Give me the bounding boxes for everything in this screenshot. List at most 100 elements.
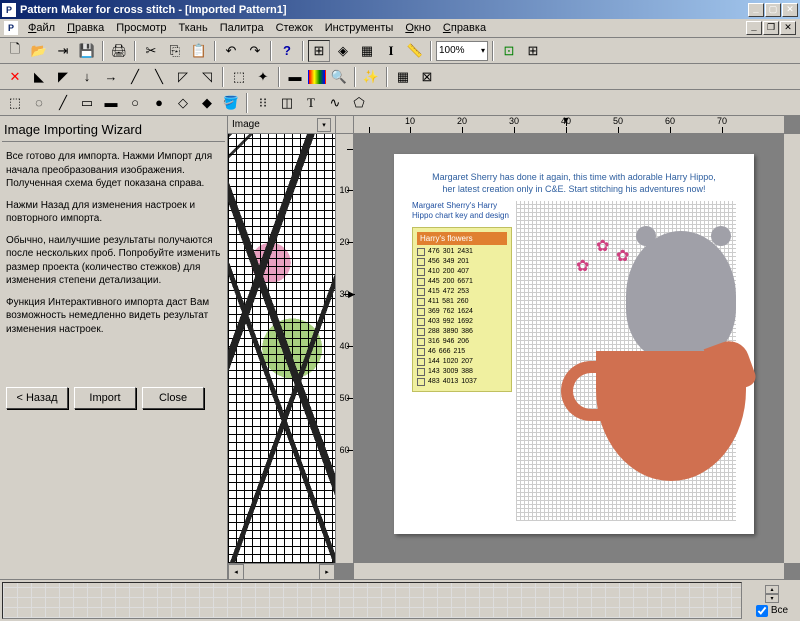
ruler-icon[interactable]: 📏 — [404, 40, 426, 62]
paste-icon[interactable]: 📋 — [188, 40, 210, 62]
text-icon[interactable]: T — [300, 92, 322, 114]
key-row: 4452006671 — [417, 277, 507, 287]
palette-spinner[interactable]: ▴ ▾ — [765, 585, 779, 603]
copy-icon[interactable]: ⎘ — [164, 40, 186, 62]
shape-icon[interactable]: ⬠ — [348, 92, 370, 114]
wizard-p2: Нажми Назад для изменения настроек и пов… — [6, 199, 221, 226]
diag2-icon[interactable]: ╲ — [148, 66, 170, 88]
lasso-icon[interactable]: ◌ — [28, 92, 50, 114]
new-icon[interactable]: 🗋 — [4, 40, 26, 62]
back-button[interactable]: < Назад — [6, 387, 68, 409]
key-row: 456349201 — [417, 257, 507, 267]
print-icon[interactable]: 🖨 — [108, 40, 130, 62]
menu-fabric[interactable]: Ткань — [172, 22, 213, 34]
maximize-button[interactable]: ▢ — [765, 3, 781, 17]
menu-file[interactable]: ФФайлайл — [22, 22, 61, 34]
spin-down-icon[interactable]: ▾ — [765, 594, 779, 603]
hippo-illustration — [566, 231, 736, 491]
close-button[interactable]: ✕ — [782, 3, 798, 17]
select-icon[interactable]: ⬚ — [228, 66, 250, 88]
mode-symbols-icon[interactable]: ◈ — [332, 40, 354, 62]
corner2-icon[interactable]: ◹ — [196, 66, 218, 88]
cut-icon[interactable]: ✂ — [140, 40, 162, 62]
full-stitch-icon[interactable]: ✕ — [4, 66, 26, 88]
fill-icon[interactable]: 🪣 — [220, 92, 242, 114]
preview-tab[interactable]: Image ▾ — [228, 116, 335, 134]
menu-view[interactable]: Просмотр — [110, 22, 172, 34]
half-stitch-icon[interactable]: ◣ — [28, 66, 50, 88]
all-checkbox[interactable]: Все — [756, 605, 788, 617]
fit-page-icon[interactable]: ⊞ — [522, 40, 544, 62]
dropdown-icon[interactable]: ▾ — [317, 118, 331, 132]
import-button[interactable]: Import — [74, 387, 136, 409]
close-button-wizard[interactable]: Close — [142, 387, 204, 409]
key-row: 48340131037 — [417, 377, 507, 387]
curve-icon[interactable]: ∿ — [324, 92, 346, 114]
doc-icon: P — [4, 21, 18, 35]
marquee-icon[interactable]: ⬚ — [4, 92, 26, 114]
ellipse-icon[interactable]: ○ — [124, 92, 146, 114]
minimize-button[interactable]: _ — [748, 3, 764, 17]
preview-canvas[interactable] — [228, 134, 335, 563]
help-icon[interactable]: ? — [276, 40, 298, 62]
toolbar-draw: ⬚ ◌ ╱ ▭ ▬ ○ ● ◇ ◆ 🪣 ⁝⁝ ◫ T ∿ ⬠ — [0, 90, 800, 116]
stitch-chart — [516, 201, 736, 521]
mode-stitches-icon[interactable]: ⊞ — [308, 40, 330, 62]
lens-icon[interactable]: 🔍 — [328, 66, 350, 88]
menu-tools[interactable]: Инструменты — [319, 22, 400, 34]
mode-text-icon[interactable]: I — [380, 40, 402, 62]
fit-icon[interactable]: ⊡ — [498, 40, 520, 62]
doc-restore-button[interactable]: ❐ — [763, 21, 779, 35]
zoom-combo[interactable]: 100% — [436, 41, 488, 61]
palette-icon[interactable]: ▬ — [284, 66, 306, 88]
wand-icon[interactable]: ✨ — [360, 66, 382, 88]
mode-grid-icon[interactable]: ▦ — [356, 40, 378, 62]
rect-fill-icon[interactable]: ▬ — [100, 92, 122, 114]
toolbar-stitch: ✕ ◣ ◤ ↓ → ╱ ╲ ◸ ◹ ⬚ ✦ ▬ 🔍 ✨ ▦ ⊠ — [0, 64, 800, 90]
menu-window[interactable]: Окно — [399, 22, 437, 34]
wizard-panel: Image Importing Wizard Все готово для им… — [0, 116, 228, 579]
spin-up-icon[interactable]: ▴ — [765, 585, 779, 594]
line-icon[interactable]: ╱ — [52, 92, 74, 114]
backstitch-down-icon[interactable]: ↓ — [76, 66, 98, 88]
poly-fill-icon[interactable]: ◆ — [196, 92, 218, 114]
corner-icon[interactable]: ◸ — [172, 66, 194, 88]
diag-icon[interactable]: ╱ — [124, 66, 146, 88]
color-key: Harry's flowers 476301243145634920141020… — [412, 227, 512, 392]
titlebar: P Pattern Maker for cross stitch - [Impo… — [0, 0, 800, 19]
grid-icon[interactable]: ▦ — [392, 66, 414, 88]
key-row: 415472253 — [417, 287, 507, 297]
scrollbar-horizontal[interactable] — [354, 563, 784, 579]
doc-close-button[interactable]: ✕ — [780, 21, 796, 35]
color-palette[interactable] — [2, 582, 742, 619]
quarter-stitch-icon[interactable]: ◤ — [52, 66, 74, 88]
backstitch-side-icon[interactable]: → — [100, 66, 122, 88]
wizard-title: Image Importing Wizard — [2, 118, 225, 142]
key-row: 410200407 — [417, 267, 507, 277]
eraser-icon[interactable]: ◫ — [276, 92, 298, 114]
main-canvas[interactable]: Margaret Sherry has done it again, this … — [354, 134, 784, 563]
key-row: 4763012431 — [417, 247, 507, 257]
menu-stitch[interactable]: Стежок — [270, 22, 319, 34]
rect-icon[interactable]: ▭ — [76, 92, 98, 114]
select-free-icon[interactable]: ✦ — [252, 66, 274, 88]
highlight-icon[interactable] — [308, 70, 326, 84]
save-icon[interactable]: 💾 — [76, 40, 98, 62]
ellipse-fill-icon[interactable]: ● — [148, 92, 170, 114]
menu-help[interactable]: Справка — [437, 22, 492, 34]
invalid-icon[interactable]: ⊠ — [416, 66, 438, 88]
open-icon[interactable]: 📂 — [28, 40, 50, 62]
redo-icon[interactable]: ↷ — [244, 40, 266, 62]
spray-icon[interactable]: ⁝⁝ — [252, 92, 274, 114]
import-icon[interactable]: ⇥ — [52, 40, 74, 62]
menu-edit[interactable]: Правка — [61, 22, 110, 34]
canvas-area: 10 20 30 ▼40 50 60 70 10 20 30▶ 40 50 60… — [336, 116, 800, 579]
preview-scrollbar-h[interactable] — [228, 563, 335, 579]
scrollbar-vertical[interactable] — [784, 134, 800, 563]
key-row: 1441020207 — [417, 357, 507, 367]
menu-palette[interactable]: Палитра — [214, 22, 270, 34]
doc-minimize-button[interactable]: _ — [746, 21, 762, 35]
key-row: 2883890386 — [417, 327, 507, 337]
poly-icon[interactable]: ◇ — [172, 92, 194, 114]
undo-icon[interactable]: ↶ — [220, 40, 242, 62]
